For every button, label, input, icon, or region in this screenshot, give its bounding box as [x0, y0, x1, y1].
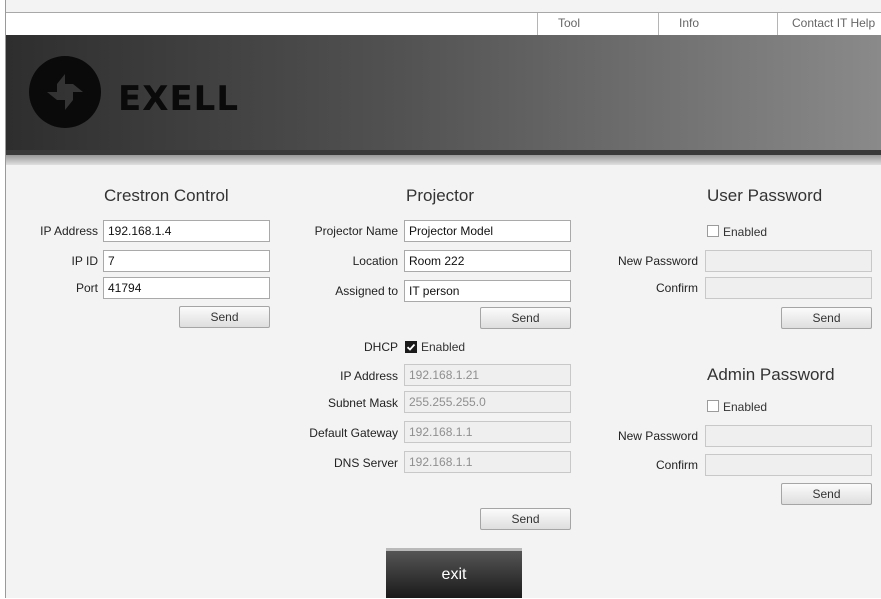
- default-gateway-label: Default Gateway: [309, 426, 398, 440]
- crestron-ipid-input[interactable]: 7: [103, 250, 270, 272]
- exell-logo-icon: [29, 56, 101, 128]
- dns-server-label: DNS Server: [333, 456, 398, 470]
- nav-tool-link[interactable]: Tool: [537, 13, 658, 35]
- projector-location-input[interactable]: Room 222: [404, 250, 571, 272]
- projector-assigned-label: Assigned to: [335, 284, 398, 298]
- dns-server-input[interactable]: 192.168.1.1: [404, 451, 571, 473]
- default-gateway-input[interactable]: 192.168.1.1: [404, 421, 571, 443]
- crestron-ipid-label: IP ID: [71, 254, 98, 268]
- projector-title: Projector: [406, 186, 475, 205]
- user-confirm-label: Confirm: [655, 281, 698, 295]
- projector-assigned-input[interactable]: IT person: [404, 280, 571, 302]
- check-icon: [406, 343, 416, 351]
- admin-password-title: Admin Password: [707, 365, 835, 384]
- user-password-send-button[interactable]: Send: [781, 307, 872, 329]
- user-new-password-label: New Password: [617, 254, 698, 268]
- projector-name-input[interactable]: Projector Model: [404, 220, 571, 242]
- dhcp-checkbox[interactable]: [405, 341, 417, 353]
- crestron-control-title: Crestron Control: [104, 186, 229, 205]
- network-send-button[interactable]: Send: [480, 508, 571, 530]
- banner-shadow: [6, 155, 881, 165]
- user-password-enabled-checkbox[interactable]: [707, 225, 719, 237]
- user-confirm-input[interactable]: [705, 277, 872, 299]
- crestron-send-button[interactable]: Send: [179, 306, 270, 328]
- admin-password-send-button[interactable]: Send: [781, 483, 872, 505]
- projector-name-label: Projector Name: [314, 224, 398, 238]
- brand-wordmark: EXELL: [118, 79, 239, 119]
- projector-send-button[interactable]: Send: [480, 307, 571, 329]
- main-frame: Tool Info Contact IT Help EXELL Crestron…: [5, 0, 881, 598]
- crestron-ip-label: IP Address: [40, 224, 98, 238]
- subnet-mask-label: Subnet Mask: [327, 396, 398, 410]
- admin-new-password-input[interactable]: [705, 425, 872, 447]
- user-password-title: User Password: [707, 186, 823, 205]
- admin-password-enabled-label: Enabled: [723, 400, 768, 414]
- projector-location-label: Location: [352, 254, 398, 268]
- user-new-password-input[interactable]: [705, 250, 872, 272]
- dhcp-label: DHCP: [363, 340, 398, 354]
- admin-confirm-label: Confirm: [655, 458, 698, 472]
- exit-button[interactable]: exit: [386, 548, 522, 598]
- admin-confirm-input[interactable]: [705, 454, 872, 476]
- subnet-mask-input[interactable]: 255.255.255.0: [404, 391, 571, 413]
- projector-ip-input[interactable]: 192.168.1.21: [404, 364, 571, 386]
- user-password-enabled-label: Enabled: [723, 225, 768, 239]
- dhcp-enabled-label: Enabled: [421, 340, 466, 354]
- nav-info-link[interactable]: Info: [658, 13, 777, 35]
- header-banner: EXELL: [6, 35, 881, 150]
- top-navigation: Tool Info Contact IT Help: [6, 12, 881, 35]
- crestron-port-input[interactable]: 41794: [103, 277, 270, 299]
- crestron-port-label: Port: [75, 281, 98, 295]
- admin-new-password-label: New Password: [617, 429, 698, 443]
- nav-contact-it-help-link[interactable]: Contact IT Help: [777, 13, 881, 35]
- crestron-ip-input[interactable]: 192.168.1.4: [103, 220, 270, 242]
- projector-ip-label: IP Address: [340, 369, 398, 383]
- admin-password-enabled-checkbox[interactable]: [707, 400, 719, 412]
